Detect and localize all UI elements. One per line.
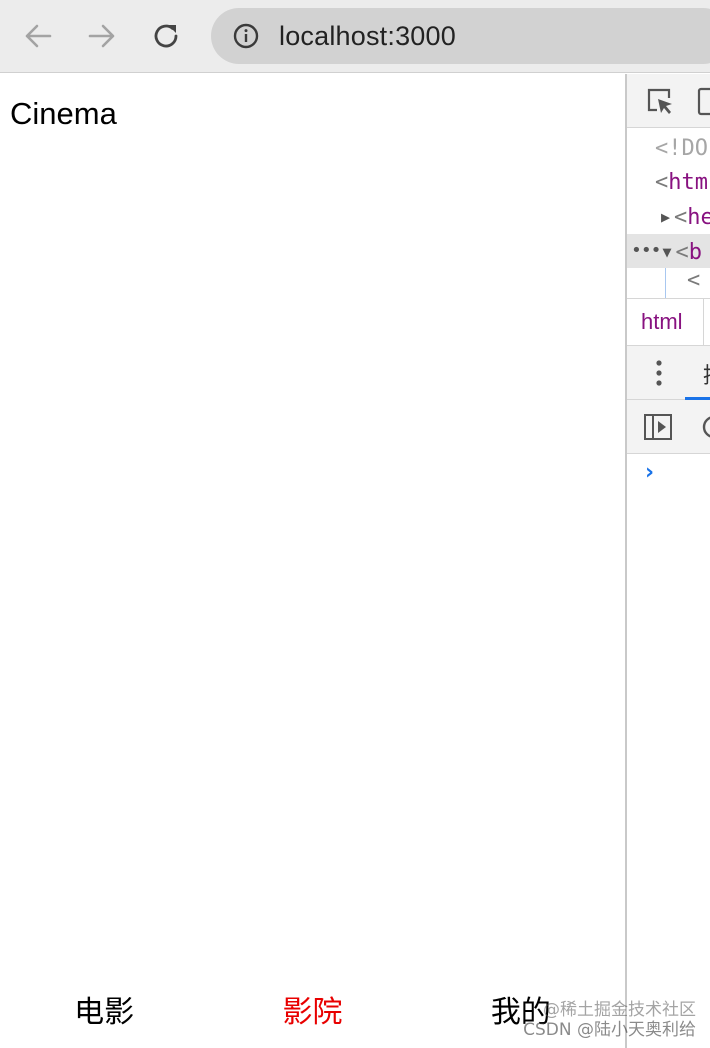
arrow-right-icon: [88, 24, 115, 48]
forward-button[interactable]: [82, 16, 122, 56]
page-title: Cinema: [10, 96, 117, 131]
info-icon[interactable]: [233, 23, 259, 49]
sidebar-toggle-icon[interactable]: [643, 413, 673, 441]
breadcrumb-divider: [703, 299, 704, 347]
dom-child[interactable]: <: [627, 268, 710, 298]
clear-console-icon[interactable]: [701, 413, 710, 441]
indent-guide: [665, 268, 666, 298]
console-prompt[interactable]: ›: [645, 460, 654, 485]
inspect-element-icon[interactable]: [645, 86, 675, 116]
tab-films[interactable]: 电影: [74, 987, 134, 1031]
more-dots-icon[interactable]: •••: [631, 240, 661, 261]
browser-toolbar: localhost:3000: [0, 0, 710, 73]
watermark-line-1: @稀土掘金技术社区: [543, 1000, 696, 1020]
collapsed-triangle-icon[interactable]: ▶: [661, 208, 670, 226]
page-viewport: Cinema 电影 影院 我的: [0, 74, 625, 1048]
drawer-tabs: 控: [627, 346, 710, 400]
back-button[interactable]: [18, 16, 58, 56]
more-options-icon[interactable]: [655, 358, 663, 388]
dom-body-selected[interactable]: ••• ▼ <b: [627, 234, 710, 268]
device-toolbar-icon[interactable]: [697, 86, 710, 116]
console-toolbar: [627, 400, 710, 454]
devtools-panel: <!DO <htm ▶<he •••▼<b < html 控 ›: [625, 74, 710, 1048]
breadcrumb-html[interactable]: html: [641, 309, 683, 335]
tab-console[interactable]: 控: [685, 346, 710, 400]
tab-console-label: 控: [703, 358, 710, 390]
dom-lt: <: [675, 240, 689, 265]
watermark: @稀土掘金技术社区 CSDN @陆小天奥利给: [523, 1000, 696, 1040]
dom-tag-html: htm: [668, 170, 708, 195]
reload-button[interactable]: [146, 16, 186, 56]
expanded-triangle-icon[interactable]: ▼: [663, 243, 672, 261]
dom-head[interactable]: ▶<he: [627, 200, 710, 234]
dom-doctype[interactable]: <!DO: [627, 132, 710, 166]
dom-lt: <: [674, 205, 688, 230]
dom-html[interactable]: <htm: [627, 166, 710, 200]
tab-cinemas[interactable]: 影院: [282, 987, 342, 1031]
dom-lt: <: [655, 170, 669, 195]
watermark-line-2: CSDN @陆小天奥利给: [523, 1020, 696, 1040]
dom-tag-head: he: [687, 205, 710, 230]
address-bar[interactable]: localhost:3000: [211, 8, 710, 64]
url-text: localhost:3000: [279, 20, 456, 51]
dom-child-lt: <: [687, 268, 701, 293]
dom-tag-body: b: [688, 240, 703, 265]
arrow-left-icon: [25, 24, 52, 48]
devtools-toolbar: [627, 74, 710, 128]
breadcrumb: html: [627, 298, 710, 347]
reload-icon: [154, 24, 178, 48]
